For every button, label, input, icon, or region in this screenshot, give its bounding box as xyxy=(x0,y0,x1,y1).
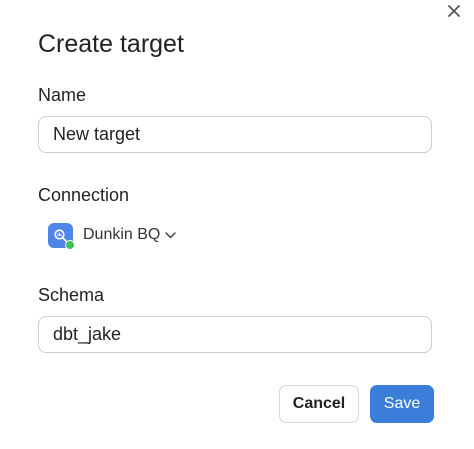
cancel-button[interactable]: Cancel xyxy=(279,385,359,423)
create-target-dialog: Create target Name Connection Dunkin BQ … xyxy=(0,0,474,449)
connection-name: Dunkin BQ xyxy=(83,226,161,243)
close-button[interactable] xyxy=(445,4,463,22)
close-icon xyxy=(447,4,461,23)
name-input[interactable] xyxy=(38,116,432,153)
connection-label: Connection xyxy=(38,185,130,205)
connection-dropdown[interactable]: Dunkin BQ xyxy=(48,221,177,250)
chevron-down-icon xyxy=(165,231,177,239)
dialog-title: Create target xyxy=(38,30,184,58)
connection-status-dot xyxy=(65,239,75,250)
save-button[interactable]: Save xyxy=(370,385,434,423)
name-label: Name xyxy=(38,85,87,105)
schema-input[interactable] xyxy=(38,316,432,353)
schema-label: Schema xyxy=(38,285,105,305)
connection-icon-wrapper xyxy=(48,222,75,250)
